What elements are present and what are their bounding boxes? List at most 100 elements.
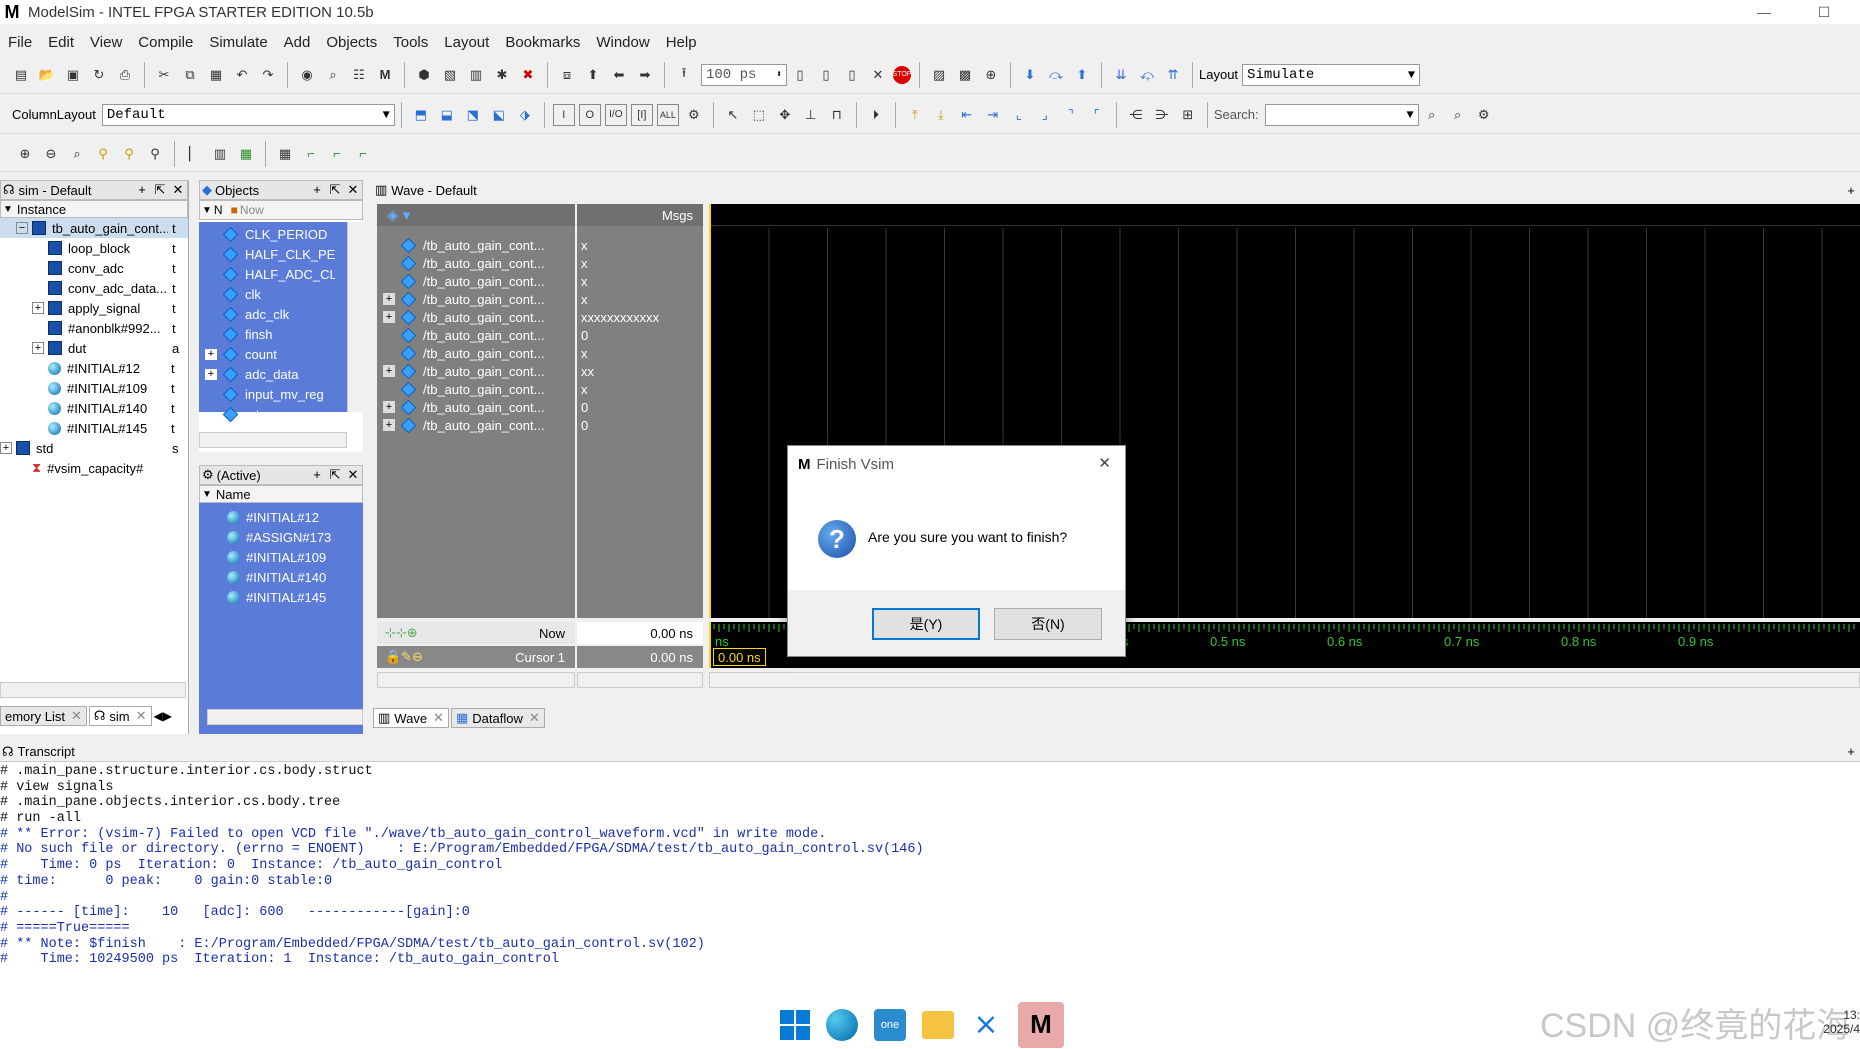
compile-icon[interactable]: ⬢ [413, 64, 435, 86]
simulate-icon[interactable]: ▥ [465, 64, 487, 86]
wave-signal-row[interactable]: /tb_auto_gain_cont... [377, 272, 575, 290]
object-item[interactable]: clk [199, 284, 347, 304]
filter-output-icon[interactable]: O [578, 103, 601, 126]
add-icon[interactable]: + [1842, 183, 1860, 198]
wave-signal-row[interactable]: /tb_auto_gain_cont... [377, 254, 575, 272]
object-item[interactable]: HALF_ADC_CL [199, 264, 347, 284]
prev-edge-icon[interactable]: ⇤ [956, 104, 978, 126]
break-sim-icon[interactable]: ✕ [867, 64, 889, 86]
sim-tree-item[interactable]: conv_adc_data... t [0, 278, 188, 298]
zoom-out-icon[interactable]: ⊖ [40, 143, 62, 165]
expand-toggle-icon[interactable]: + [383, 311, 395, 323]
wave-format-5-icon[interactable]: ⌐ [300, 143, 322, 165]
back-arrow-icon[interactable]: ⬅ [608, 64, 630, 86]
step-over-back-icon[interactable]: ⤽ [1136, 64, 1158, 86]
menu-add[interactable]: Add [276, 34, 319, 51]
sim-tree-item[interactable]: #INITIAL#145 t [0, 418, 188, 438]
measure-icon[interactable]: ⊓ [826, 104, 848, 126]
menu-compile[interactable]: Compile [130, 34, 201, 51]
menu-file[interactable]: File [0, 34, 40, 51]
instance-column-header[interactable]: ▼ Instance [0, 200, 188, 218]
edit-wave-icon[interactable]: ⊥ [800, 104, 822, 126]
expand-toggle-icon[interactable]: + [383, 293, 395, 305]
windows-icon[interactable] [780, 1009, 810, 1040]
sim-tree-item[interactable]: loop_block t [0, 238, 188, 258]
object-item[interactable]: + count [199, 344, 347, 364]
zoom-in-icon[interactable]: ⊕ [14, 143, 36, 165]
objects-col-name[interactable]: N [214, 203, 223, 217]
search-back-icon[interactable]: ⌕ [1447, 104, 1469, 126]
tab-dataflow[interactable]: ▦ Dataflow ✕ [450, 708, 545, 728]
new-file-icon[interactable]: ▤ [10, 64, 32, 86]
wave-signal-row[interactable]: /tb_auto_gain_cont... [377, 326, 575, 344]
active-process-item[interactable]: #INITIAL#12 [199, 507, 363, 527]
sim-tree-item[interactable]: #INITIAL#12 t [0, 358, 188, 378]
add-log-icon[interactable]: ⬕ [488, 104, 510, 126]
transcript-text[interactable]: # .main_pane.structure.interior.cs.body.… [0, 762, 1860, 968]
wave-toolbar-icon[interactable]: ◈ ▾ [377, 204, 575, 226]
sim-tree-item[interactable]: + apply_signal t [0, 298, 188, 318]
copy-icon[interactable]: ⧉ [179, 64, 201, 86]
zoom-range-icon[interactable]: ⚲ [144, 143, 166, 165]
select-pointer-icon[interactable]: ↖ [722, 104, 744, 126]
menu-simulate[interactable]: Simulate [201, 34, 275, 51]
menu-window[interactable]: Window [588, 34, 657, 51]
step-out-back-icon[interactable]: ⇈ [1162, 64, 1184, 86]
object-item[interactable]: finsh [199, 324, 347, 344]
zoom-full-icon[interactable]: ⌕ [66, 143, 88, 165]
compile-all-icon[interactable]: ▧ [439, 64, 461, 86]
help-icon[interactable]: ◉ [296, 64, 318, 86]
undock-icon[interactable]: ⇱ [151, 182, 169, 198]
filter-settings-icon[interactable]: ⚙ [683, 104, 705, 126]
cursor-line[interactable] [709, 204, 711, 618]
memory-icon[interactable]: ▩ [954, 64, 976, 86]
wave-signal-row[interactable]: + /tb_auto_gain_cont... [377, 362, 575, 380]
profile-icon[interactable]: ⊕ [980, 64, 1002, 86]
dialog-close-button[interactable]: ✕ [1098, 454, 1111, 472]
active-column-header[interactable]: ▼ Name [199, 485, 363, 503]
expand-toggle-icon[interactable]: + [383, 419, 395, 431]
sim-tree-item[interactable]: − tb_auto_gain_cont... t [0, 218, 188, 238]
objects-now-label[interactable]: Now [240, 203, 264, 217]
close-icon[interactable]: ✕ [344, 182, 362, 198]
insert-cursor-icon[interactable]: ⤒ [904, 104, 926, 126]
run-length-input[interactable]: 100 ps ⬍ [701, 63, 787, 86]
add-memory-icon[interactable]: ⬗ [514, 104, 536, 126]
add-dataflow-icon[interactable]: ⬔ [462, 104, 484, 126]
wave-signal-row[interactable]: /tb_auto_gain_cont... [377, 236, 575, 254]
stop-icon[interactable]: STOP [893, 65, 911, 84]
break-icon[interactable]: ✱ [491, 64, 513, 86]
tab-scroll-icon[interactable]: ◀▶ [154, 709, 172, 723]
zoom-last-icon[interactable]: ⚲ [118, 143, 140, 165]
layout-select[interactable]: Simulate ▼ [1242, 63, 1421, 86]
object-item[interactable]: HALF_CLK_PEF [199, 244, 347, 264]
expand-toggle-icon[interactable]: − [16, 222, 28, 234]
sim-tree-item[interactable]: + dut a [0, 338, 188, 358]
expand-toggle-icon[interactable]: + [205, 368, 217, 380]
zoom-box-icon[interactable]: ⬚ [748, 104, 770, 126]
objects-hscrollbar[interactable] [199, 432, 347, 448]
active-process-item[interactable]: #INITIAL#145 [199, 587, 363, 607]
menu-layout[interactable]: Layout [436, 34, 497, 51]
menu-objects[interactable]: Objects [318, 34, 385, 51]
undock-icon[interactable]: ⇱ [326, 467, 344, 483]
menu-view[interactable]: View [82, 34, 130, 51]
forward-arrow-icon[interactable]: ➡ [634, 64, 656, 86]
find-icon[interactable]: ⌕ [322, 64, 344, 86]
object-item[interactable]: + adc_data [199, 364, 347, 384]
active-hscrollbar[interactable] [207, 709, 363, 725]
run-icon[interactable]: ▯ [789, 64, 811, 86]
paste-icon[interactable]: ▦ [205, 64, 227, 86]
wave-format-4-icon[interactable]: ▦ [274, 143, 296, 165]
collapse-signal-icon[interactable]: ⋺ [1151, 104, 1173, 126]
explorer-icon[interactable] [922, 1010, 954, 1039]
filter-internal-icon[interactable]: [I] [630, 103, 653, 126]
objects-vscrollbar[interactable] [347, 222, 363, 412]
expand-toggle-icon[interactable]: + [383, 365, 395, 377]
vscode-icon[interactable]: ⨯ [970, 1008, 1002, 1041]
end-sim-icon[interactable]: ✖ [517, 64, 539, 86]
minimize-button[interactable]: — [1744, 0, 1784, 24]
yes-button[interactable]: 是(Y) [872, 608, 980, 640]
wave-signal-row[interactable]: /tb_auto_gain_cont... [377, 344, 575, 362]
add-icon[interactable]: + [1842, 744, 1860, 759]
